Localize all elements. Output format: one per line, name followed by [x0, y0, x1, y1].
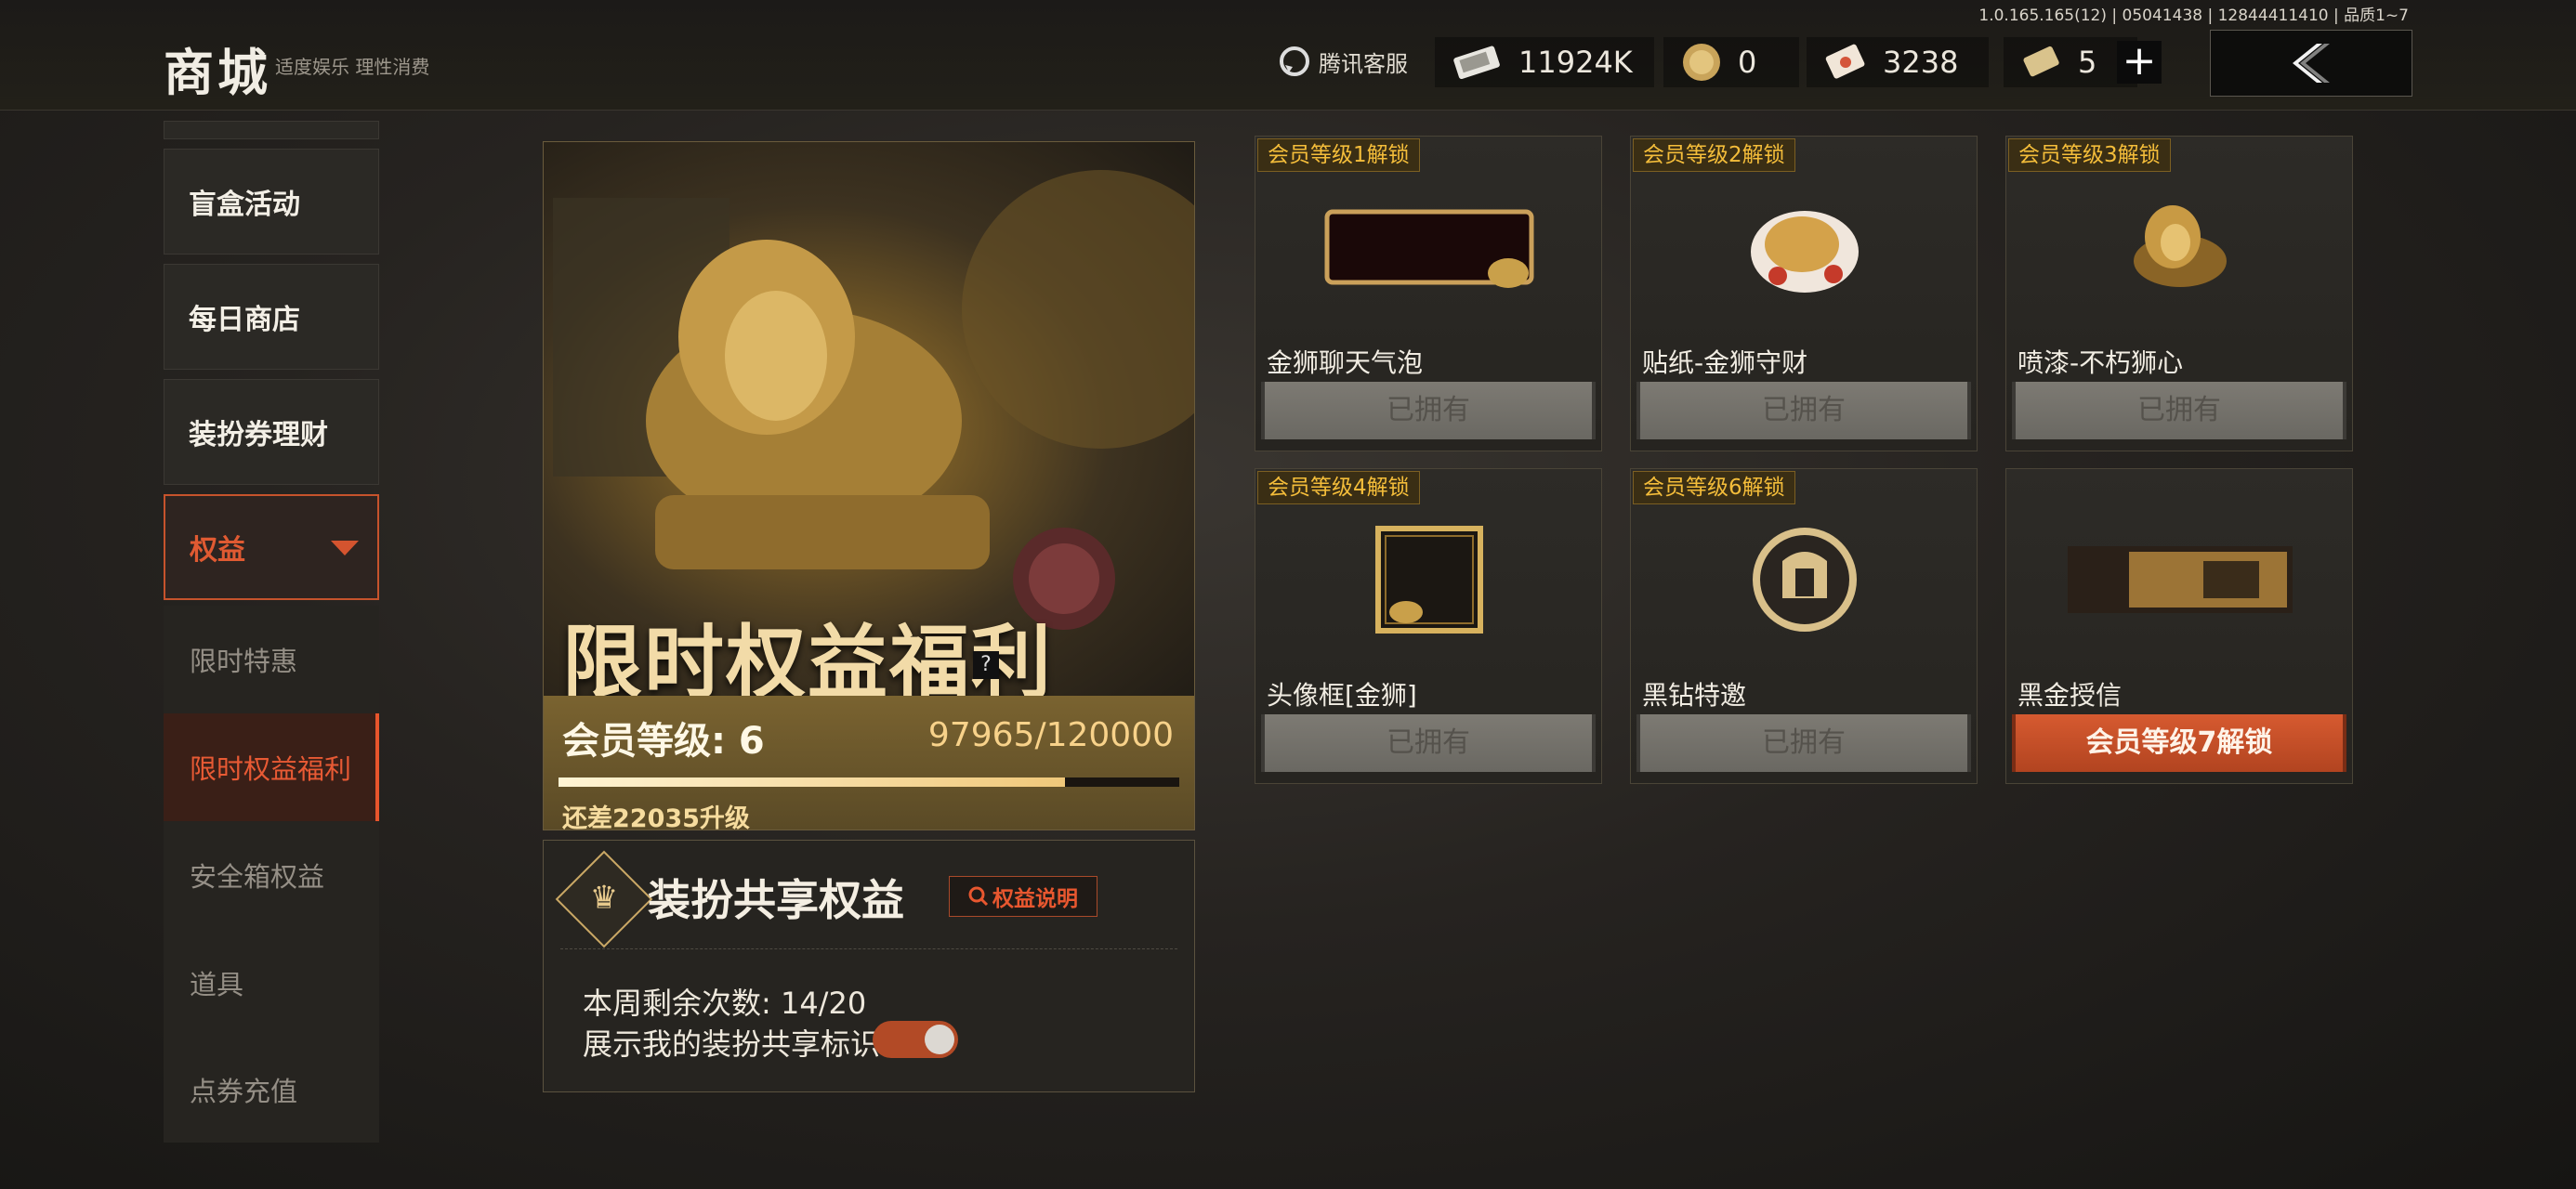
unlock-tag: 会员等级4解锁	[1257, 471, 1420, 504]
reward-status: 已拥有	[1261, 382, 1596, 439]
currency-cash-value: 11924K	[1518, 45, 1633, 80]
sidebar-item-label: 权益	[190, 534, 245, 567]
divider	[560, 948, 1177, 949]
sidebar-item-blindbox[interactable]: 盲盒活动	[164, 149, 379, 255]
currency-gold[interactable]: 0	[1663, 37, 1799, 87]
unlock-level-7-button[interactable]: 会员等级7解锁	[2012, 714, 2346, 772]
benefits-hero-card: 限时权益福利 ? 会员等级: 6 97965/120000 还差22035升级	[543, 141, 1195, 830]
customer-service-label: 腾讯客服	[1319, 50, 1408, 77]
currency-voucher[interactable]: 3238	[1807, 37, 1989, 87]
sidebar-subitem-limited-benefits[interactable]: 限时权益福利	[164, 713, 379, 821]
reward-card[interactable]: 黑金授信 会员等级7解锁	[2005, 468, 2353, 784]
toggle-knob	[925, 1025, 954, 1054]
back-button[interactable]	[2210, 30, 2412, 97]
sticker-icon	[1631, 170, 1977, 324]
reward-name: 贴纸-金狮守财	[1642, 347, 1808, 378]
reward-status: 已拥有	[2012, 382, 2346, 439]
currency-ticket-value: 5	[2078, 45, 2097, 80]
sidebar-subitem-label: 限时特惠	[190, 646, 298, 677]
ticket-icon	[2023, 46, 2059, 77]
currency-voucher-value: 3238	[1883, 45, 1959, 80]
reward-status: 已拥有	[1636, 714, 1971, 772]
reward-name: 喷漆-不朽狮心	[2017, 347, 2184, 378]
show-share-tag-toggle[interactable]	[873, 1021, 958, 1058]
level-progress-bar	[559, 777, 1179, 787]
reward-status: 已拥有	[1636, 382, 1971, 439]
reward-name: 黑金授信	[2017, 680, 2123, 711]
version-info: 1.0.165.165(12) | 05041438 | 12844411410…	[1978, 7, 2409, 25]
cash-bundle-icon	[1453, 46, 1500, 79]
reward-card[interactable]: 会员等级3解锁 喷漆-不朽狮心 已拥有	[2005, 136, 2353, 451]
reward-card[interactable]: 会员等级1解锁 金狮聊天气泡 已拥有	[1255, 136, 1602, 451]
member-exp-value: 97965/120000	[927, 716, 1174, 754]
sidebar-item-label: 每日商店	[189, 304, 300, 336]
lion-badge-icon: ♛	[555, 850, 653, 948]
sidebar-item-label: 盲盒活动	[189, 189, 300, 221]
benefits-info-label: 权益说明	[992, 887, 1078, 911]
reward-name: 金狮聊天气泡	[1267, 347, 1424, 378]
sidebar-subitem-items[interactable]: 道具	[164, 929, 379, 1037]
sidebar-subitem-safe-box[interactable]: 安全箱权益	[164, 821, 379, 929]
unlock-tag: 会员等级1解锁	[1257, 138, 1420, 172]
sidebar-subitem-label: 道具	[190, 969, 244, 1000]
headset-icon	[1280, 46, 1309, 76]
reward-card[interactable]: 会员等级2解锁 贴纸-金狮守财 已拥有	[1630, 136, 1978, 451]
reward-card[interactable]: 会员等级6解锁 黑钻特邀 已拥有	[1630, 468, 1978, 784]
search-icon	[968, 886, 989, 907]
add-currency-button[interactable]: +	[2117, 41, 2162, 84]
share-title: 装扮共享权益	[648, 875, 904, 925]
sidebar-item-label: 装扮券理财	[189, 419, 328, 451]
page-title: 商城	[164, 44, 271, 102]
chevron-down-icon	[331, 541, 359, 555]
sidebar-item-finance[interactable]: 装扮券理财	[164, 379, 379, 485]
reward-status: 已拥有	[1261, 714, 1596, 772]
spray-icon	[2006, 170, 2352, 324]
level-progress-fill	[559, 777, 1066, 787]
customer-service-link[interactable]: 腾讯客服	[1278, 43, 1408, 80]
page-subtitle: 适度娱乐 理性消费	[275, 56, 430, 78]
show-share-tag-label: 展示我的装扮共享标识	[583, 1026, 881, 1062]
sidebar-item-daily-shop[interactable]: 每日商店	[164, 264, 379, 370]
weekly-remaining: 本周剩余次数: 14/20	[583, 986, 867, 1021]
sidebar-item-partial	[164, 121, 379, 139]
avatar-frame-icon	[1255, 503, 1601, 657]
unlock-tag: 会员等级3解锁	[2008, 138, 2171, 172]
gold-coin-icon	[1683, 44, 1720, 81]
member-level-label: 会员等级: 6	[562, 720, 765, 763]
member-level-panel: 会员等级: 6 97965/120000 还差22035升级	[544, 696, 1194, 830]
unlock-tag: 会员等级2解锁	[1633, 138, 1795, 172]
credit-card-icon	[2006, 503, 2352, 657]
sidebar-subitem-label: 点券充值	[190, 1076, 298, 1107]
voucher-icon	[1825, 44, 1865, 79]
level-need-text: 还差22035升级	[562, 804, 750, 830]
reward-name: 黑钻特邀	[1642, 680, 1747, 711]
benefits-info-button[interactable]: 权益说明	[949, 876, 1097, 917]
sidebar-subitem-label: 安全箱权益	[190, 861, 325, 893]
sidebar-item-benefits[interactable]: 权益	[164, 494, 379, 600]
sidebar-subitem-topup[interactable]: 点券充值	[164, 1037, 379, 1143]
currency-cash[interactable]: 11924K	[1435, 37, 1654, 87]
sidebar-subitem-label: 限时权益福利	[190, 753, 352, 785]
unlock-tag: 会员等级6解锁	[1633, 471, 1795, 504]
reward-name: 头像框[金狮]	[1267, 680, 1417, 711]
helmet-badge-icon	[1631, 503, 1977, 657]
chat-bubble-icon	[1255, 170, 1601, 324]
chevron-left-icon	[2293, 44, 2330, 83]
reward-card[interactable]: 会员等级4解锁 头像框[金狮] 已拥有	[1255, 468, 1602, 784]
shared-skin-benefits-panel: ♛ 装扮共享权益 权益说明 本周剩余次数: 14/20 展示我的装扮共享标识	[543, 840, 1195, 1092]
help-button[interactable]: ?	[973, 651, 999, 679]
currency-gold-value: 0	[1738, 45, 1757, 80]
sidebar-subitem-limited-sale[interactable]: 限时特惠	[164, 606, 379, 713]
